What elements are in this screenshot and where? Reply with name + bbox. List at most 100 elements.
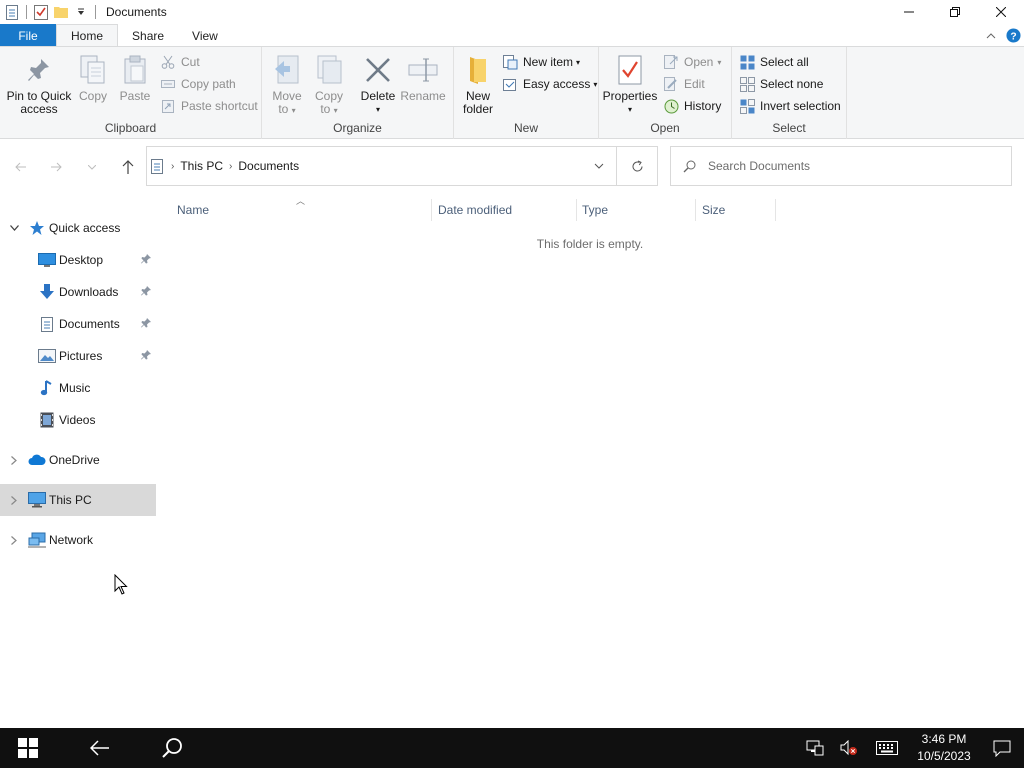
- rename-icon: [407, 53, 439, 87]
- move-to-button[interactable]: Move to ▾: [270, 53, 304, 117]
- pictures-icon: [38, 347, 56, 365]
- action-center-icon[interactable]: [980, 728, 1024, 768]
- search-icon: [683, 160, 696, 173]
- delete-x-icon: [362, 53, 394, 87]
- open-button[interactable]: Open ▾: [663, 52, 721, 72]
- new-item-button[interactable]: New item ▾: [502, 52, 580, 72]
- help-icon[interactable]: ?: [1002, 25, 1024, 47]
- cut-button[interactable]: Cut: [160, 52, 200, 72]
- empty-folder-message: This folder is empty.: [536, 237, 644, 251]
- start-button[interactable]: [0, 728, 56, 768]
- breadcrumb-chevron-icon[interactable]: ›: [229, 161, 232, 172]
- open-group: Properties ▾ Open ▾ Edit History Open: [599, 47, 732, 139]
- file-list: ︿ Name Date modified Type Size This fold…: [156, 194, 1024, 728]
- title-bar: Documents: [0, 0, 1024, 24]
- recent-locations-chevron-icon[interactable]: [81, 159, 103, 175]
- pinned-icon[interactable]: [140, 317, 152, 329]
- collapsed-chevron-icon[interactable]: [0, 535, 28, 545]
- nav-item-desktop[interactable]: Desktop: [0, 244, 156, 276]
- minimize-ribbon-chevron-icon[interactable]: [980, 25, 1002, 47]
- nav-item-downloads[interactable]: Downloads: [0, 276, 156, 308]
- address-bar[interactable]: › This PC › Documents: [146, 146, 617, 186]
- delete-button[interactable]: Delete ▾: [360, 53, 396, 116]
- music-icon: [38, 379, 56, 397]
- paste-button[interactable]: Paste: [118, 53, 152, 103]
- tab-home[interactable]: Home: [56, 24, 119, 47]
- collapsed-chevron-icon[interactable]: [0, 455, 28, 465]
- new-folder-quick-icon[interactable]: [53, 4, 69, 20]
- new-folder-button[interactable]: New folder: [461, 53, 495, 116]
- invert-selection-button[interactable]: Invert selection: [739, 96, 841, 116]
- pinned-icon[interactable]: [140, 253, 152, 265]
- new-group: New folder New item ▾ Easy access ▾ New: [454, 47, 599, 139]
- forward-button[interactable]: [45, 159, 67, 175]
- paste-shortcut-icon: [160, 98, 176, 114]
- organize-group-label: Organize: [333, 121, 382, 135]
- network-status-icon[interactable]: [798, 728, 832, 768]
- documents-icon: [38, 315, 56, 333]
- pin-icon: [23, 53, 55, 87]
- nav-network[interactable]: Network: [0, 524, 156, 556]
- column-header-size[interactable]: Size: [696, 199, 776, 221]
- clock-date: 10/5/2023: [917, 749, 971, 763]
- breadcrumb-documents[interactable]: Documents: [238, 159, 299, 173]
- pinned-icon[interactable]: [140, 349, 152, 361]
- tab-share[interactable]: Share: [118, 24, 178, 47]
- edit-button[interactable]: Edit: [663, 74, 705, 94]
- ribbon-right-controls: ?: [980, 24, 1024, 47]
- back-arrow-button[interactable]: [56, 728, 144, 768]
- history-button[interactable]: History: [663, 96, 721, 116]
- select-none-icon: [739, 76, 755, 92]
- properties-button[interactable]: Properties ▾: [603, 53, 657, 116]
- paste-icon: [119, 53, 151, 87]
- breadcrumb-chevron-icon[interactable]: ›: [171, 161, 174, 172]
- keyboard-icon[interactable]: [866, 728, 908, 768]
- paste-shortcut-button[interactable]: Paste shortcut: [160, 96, 258, 116]
- restore-button[interactable]: [932, 0, 978, 24]
- nav-item-videos[interactable]: Videos: [0, 404, 156, 436]
- pin-to-quick-access-button[interactable]: Pin to Quick access: [5, 53, 73, 116]
- column-header-date-modified[interactable]: Date modified: [432, 199, 577, 221]
- volume-muted-icon[interactable]: [832, 728, 866, 768]
- column-header-type[interactable]: Type: [576, 199, 696, 221]
- search-box[interactable]: Search Documents: [670, 146, 1012, 186]
- minimize-button[interactable]: [886, 0, 932, 24]
- select-all-button[interactable]: Select all: [739, 52, 809, 72]
- up-button[interactable]: [117, 159, 139, 175]
- address-history-dropdown[interactable]: [580, 146, 617, 186]
- copy-to-button[interactable]: Copy to ▾: [312, 53, 346, 117]
- nav-quick-access[interactable]: Quick access: [0, 212, 156, 244]
- documents-location-icon: [151, 158, 163, 174]
- tab-file[interactable]: File: [0, 24, 56, 47]
- close-button[interactable]: [978, 0, 1024, 24]
- customize-dropdown-icon[interactable]: [73, 4, 89, 20]
- pinned-icon[interactable]: [140, 285, 152, 297]
- nav-item-pictures[interactable]: Pictures: [0, 340, 156, 372]
- rename-button[interactable]: Rename: [400, 53, 446, 103]
- nav-item-music[interactable]: Music: [0, 372, 156, 404]
- select-none-button[interactable]: Select none: [739, 74, 823, 94]
- collapsed-chevron-icon[interactable]: [0, 495, 28, 505]
- easy-access-button[interactable]: Easy access ▾: [502, 74, 597, 94]
- system-clock[interactable]: 3:46 PM 10/5/2023: [908, 731, 980, 765]
- column-header-name[interactable]: Name: [171, 199, 432, 221]
- nav-item-documents[interactable]: Documents: [0, 308, 156, 340]
- tab-view[interactable]: View: [178, 24, 232, 47]
- new-group-label: New: [513, 121, 538, 135]
- properties-quick-icon[interactable]: [33, 4, 49, 20]
- copy-button[interactable]: Copy: [76, 53, 110, 103]
- search-taskbar-button[interactable]: [144, 728, 200, 768]
- back-button[interactable]: [10, 159, 32, 175]
- nav-onedrive[interactable]: OneDrive: [0, 444, 156, 476]
- toolbar-separator: [95, 5, 96, 19]
- nav-this-pc[interactable]: This PC: [0, 484, 156, 516]
- document-app-icon[interactable]: [4, 4, 20, 20]
- copy-path-button[interactable]: Copy path: [160, 74, 236, 94]
- easy-access-icon: [502, 76, 518, 92]
- breadcrumb-this-pc[interactable]: This PC: [180, 159, 223, 173]
- move-to-icon: [271, 53, 303, 87]
- clipboard-group-label: Clipboard: [104, 121, 157, 135]
- refresh-button[interactable]: [617, 146, 658, 186]
- system-tray: 3:46 PM 10/5/2023: [798, 728, 1024, 768]
- expanded-chevron-icon[interactable]: [0, 225, 28, 231]
